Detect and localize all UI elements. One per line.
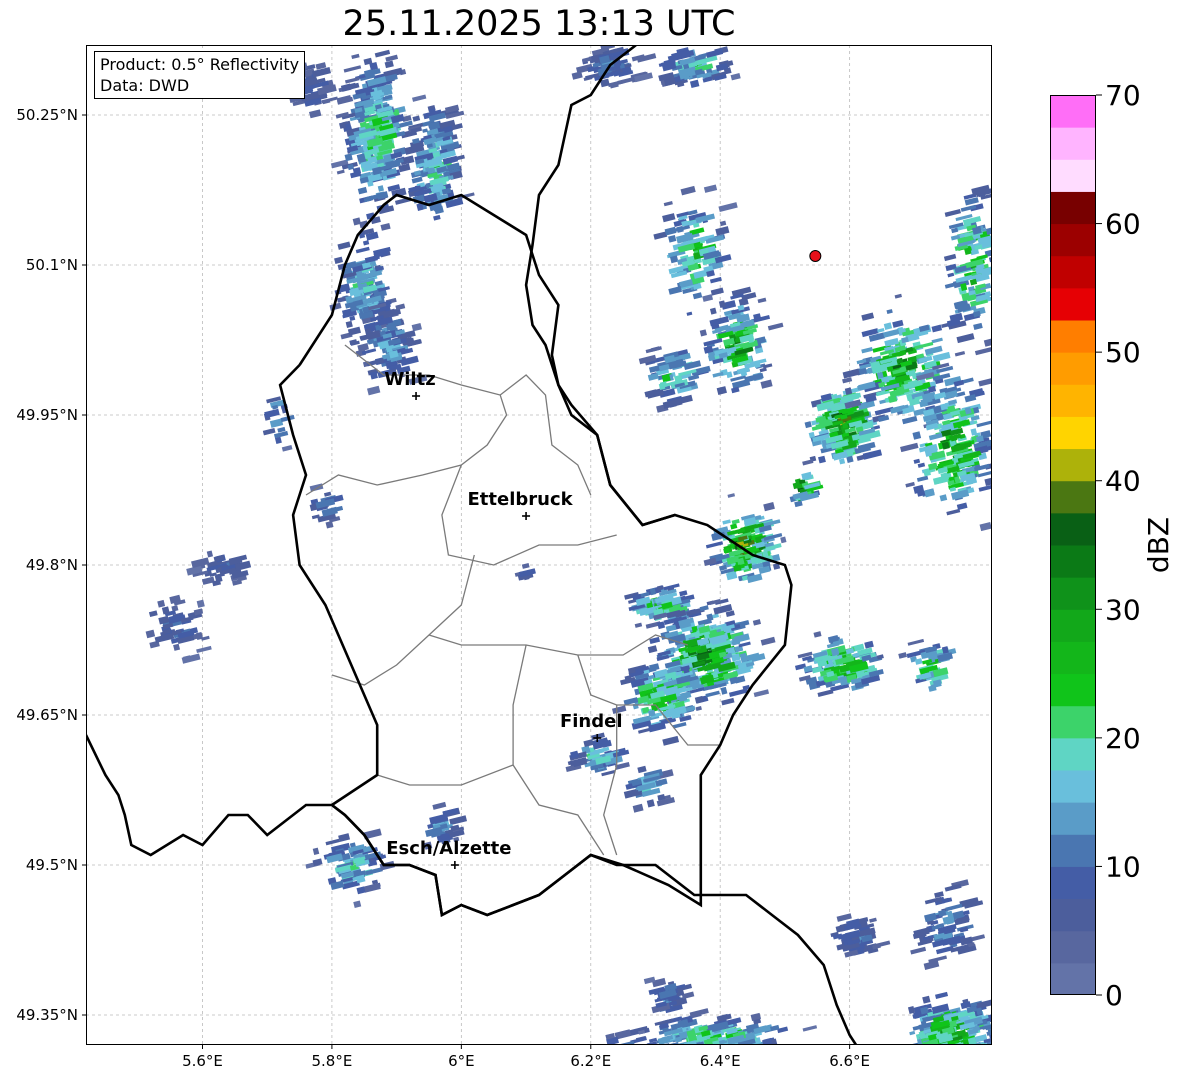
colorbar-tick-label: 0: [1105, 979, 1123, 1012]
colorbar-label: dBZ: [1142, 517, 1175, 573]
colorbar-tick-label: 30: [1105, 593, 1141, 626]
colorbar-tick-label: 50: [1105, 336, 1141, 369]
colorbar-tick-label: 60: [1105, 208, 1141, 241]
colorbar-axis: 0 10 20 30 40 50 60 70 dBZ: [1096, 79, 1175, 1012]
colorbar-tick-label: 20: [1105, 722, 1141, 755]
colorbar-tick-label: 40: [1105, 465, 1141, 498]
colorbar-tick-label: 10: [1105, 850, 1141, 883]
colorbar-tick-label: 70: [1105, 79, 1141, 112]
